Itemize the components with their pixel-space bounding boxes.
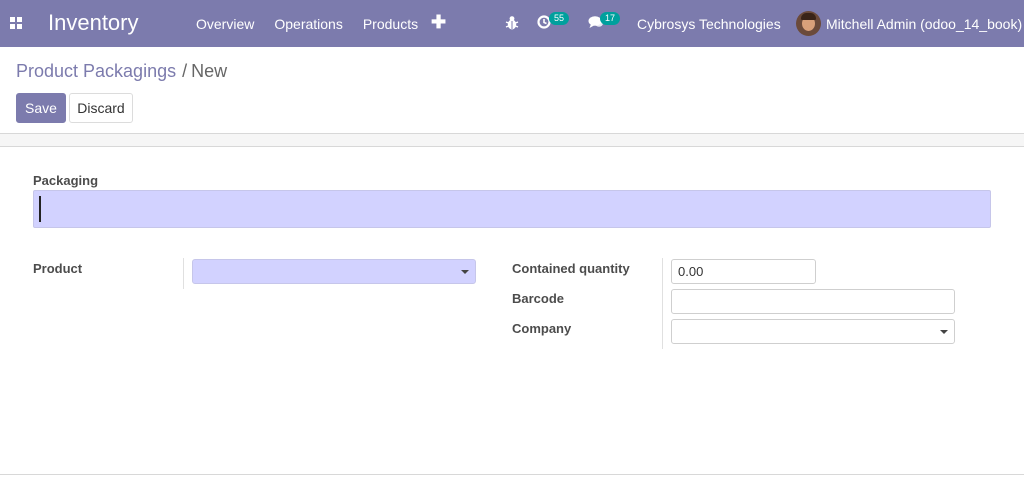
breadcrumb-parent-link[interactable]: Product Packagings [16, 61, 176, 81]
apps-grid-icon[interactable] [10, 17, 22, 29]
user-avatar[interactable] [796, 11, 821, 36]
packaging-label: Packaging [33, 173, 99, 188]
company-switcher[interactable]: Cybrosys Technologies [637, 16, 781, 32]
messaging-menu[interactable]: 17 [588, 12, 621, 32]
top-navbar: Inventory Overview Operations Products ✚… [0, 0, 1024, 47]
product-select[interactable] [192, 259, 476, 284]
app-title[interactable]: Inventory [48, 10, 139, 36]
company-label: Company [512, 321, 572, 336]
activity-menu[interactable]: 55 [537, 12, 570, 32]
contained-quantity-label: Contained quantity [512, 261, 630, 276]
barcode-input[interactable] [671, 289, 955, 314]
menu-item-operations[interactable]: Operations [274, 16, 342, 32]
company-select[interactable] [671, 319, 955, 344]
caret-down-icon [461, 270, 469, 274]
breadcrumb-separator: / [182, 61, 188, 81]
main-menu: Overview Operations Products [196, 16, 438, 32]
breadcrumb-current: New [191, 61, 228, 81]
field-separator [183, 258, 184, 289]
activity-count-badge: 55 [549, 12, 570, 25]
caret-down-icon [940, 330, 948, 334]
contained-quantity-input[interactable]: 0.00 [671, 259, 816, 284]
save-button[interactable]: Save [16, 93, 66, 123]
field-separator [662, 258, 663, 349]
barcode-label: Barcode [512, 291, 565, 306]
form-top-divider [0, 133, 1024, 147]
packaging-input[interactable] [33, 190, 991, 228]
messages-count-badge: 17 [600, 12, 621, 25]
form-bottom-divider [0, 474, 1024, 475]
discard-button[interactable]: Discard [69, 93, 133, 123]
product-label: Product [33, 261, 83, 276]
menu-item-products[interactable]: Products [363, 16, 418, 32]
menu-item-overview[interactable]: Overview [196, 16, 254, 32]
text-cursor [39, 196, 41, 222]
bug-icon[interactable] [505, 15, 519, 31]
plus-icon[interactable]: ✚ [431, 12, 446, 33]
user-menu[interactable]: Mitchell Admin (odoo_14_book) [826, 16, 1022, 32]
breadcrumb: Product Packagings / New [16, 61, 227, 82]
